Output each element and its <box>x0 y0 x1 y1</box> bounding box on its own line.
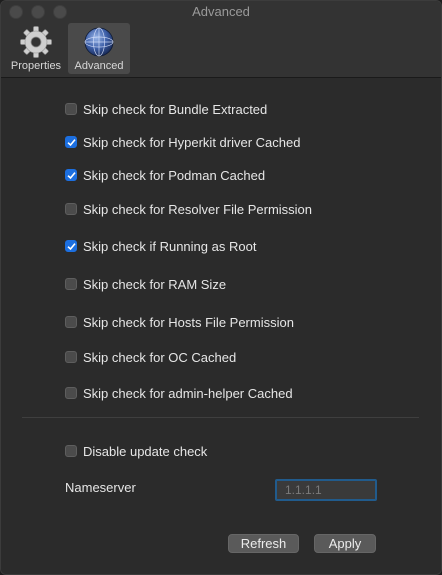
refresh-button[interactable]: Refresh <box>228 534 299 553</box>
preferences-window: Advanced Properties Advanced Skip check … <box>0 0 442 575</box>
checkbox-label: Skip check if Running as Root <box>83 238 257 254</box>
checkbox-label: Skip check for Hosts File Permission <box>83 314 294 330</box>
title-bar: Advanced Properties Advanced <box>1 1 441 78</box>
nameserver-input[interactable] <box>275 479 377 501</box>
tab-advanced-label: Advanced <box>74 60 124 72</box>
skip-resolver-file-permission-checkbox[interactable]: Skip check for Resolver File Permission <box>65 200 312 218</box>
apply-button[interactable]: Apply <box>314 534 376 553</box>
skip-bundle-extracted-checkbox[interactable]: Skip check for Bundle Extracted <box>65 100 267 118</box>
checkbox-box[interactable] <box>65 445 77 457</box>
window-title: Advanced <box>192 4 250 19</box>
checkbox-box[interactable] <box>65 351 77 363</box>
checkbox-box[interactable] <box>65 387 77 399</box>
skip-running-as-root-checkbox[interactable]: Skip check if Running as Root <box>65 237 256 255</box>
skip-podman-cached-checkbox[interactable]: Skip check for Podman Cached <box>65 166 265 184</box>
section-divider <box>22 417 419 418</box>
checkbox-box[interactable] <box>65 169 77 181</box>
tab-advanced[interactable]: Advanced <box>68 23 130 74</box>
checkmark-icon <box>66 138 76 146</box>
globe-icon <box>84 27 114 57</box>
tab-properties[interactable]: Properties <box>5 23 67 74</box>
gear-icon <box>20 26 52 58</box>
checkbox-label: Disable update check <box>83 443 208 459</box>
checkbox-box[interactable] <box>65 316 77 328</box>
checkbox-label: Skip check for Podman Cached <box>83 167 266 183</box>
checkbox-label: Skip check for Bundle Extracted <box>83 101 268 117</box>
checkbox-box[interactable] <box>65 103 77 115</box>
checkbox-label: Skip check for OC Cached <box>83 349 237 365</box>
checkbox-box[interactable] <box>65 240 77 252</box>
checkbox-label: Skip check for Resolver File Permission <box>83 201 313 217</box>
checkbox-label: Skip check for RAM Size <box>83 276 227 292</box>
checkbox-label: Skip check for admin-helper Cached <box>83 385 293 401</box>
checkmark-icon <box>66 242 76 250</box>
checkbox-box[interactable] <box>65 203 77 215</box>
nameserver-label: Nameserver <box>65 480 136 495</box>
skip-admin-helper-cached-checkbox[interactable]: Skip check for admin-helper Cached <box>65 384 293 402</box>
checkbox-box[interactable] <box>65 136 77 148</box>
checkbox-label: Skip check for Hyperkit driver Cached <box>83 134 301 150</box>
skip-hyperkit-driver-cached-checkbox[interactable]: Skip check for Hyperkit driver Cached <box>65 133 300 151</box>
skip-oc-cached-checkbox[interactable]: Skip check for OC Cached <box>65 348 236 366</box>
tab-properties-label: Properties <box>10 60 62 72</box>
disable-update-check-checkbox[interactable]: Disable update check <box>65 442 207 460</box>
checkbox-box[interactable] <box>65 278 77 290</box>
skip-hosts-file-permission-checkbox[interactable]: Skip check for Hosts File Permission <box>65 313 294 331</box>
advanced-pane: Skip check for Bundle Extracted Skip che… <box>1 78 441 574</box>
skip-ram-size-checkbox[interactable]: Skip check for RAM Size <box>65 275 226 293</box>
checkmark-icon <box>66 171 76 179</box>
